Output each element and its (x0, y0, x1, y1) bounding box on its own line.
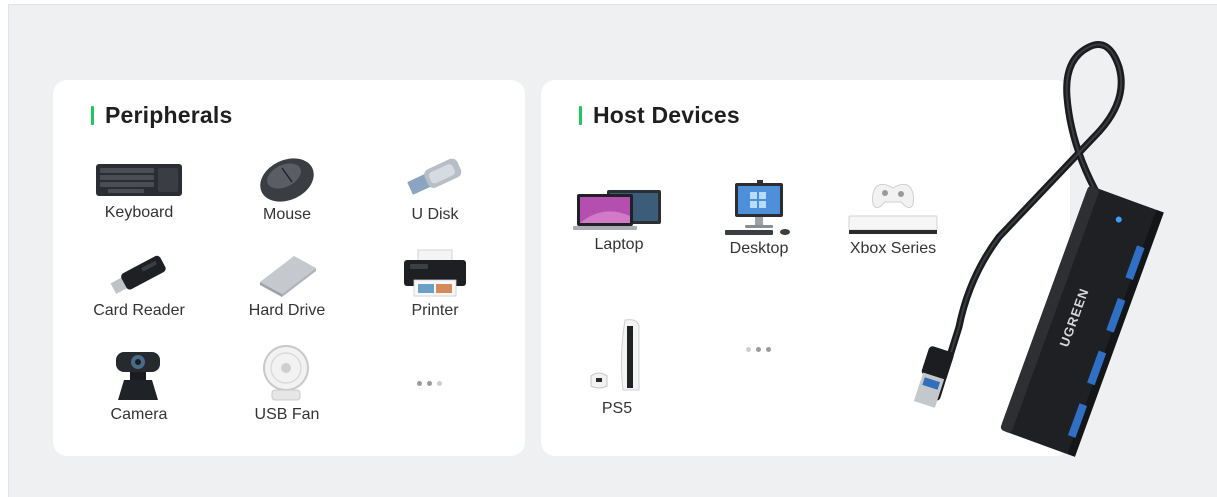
usb-hub-image: UGREEN (913, 41, 1164, 457)
mouse-icon (260, 158, 314, 202)
ps5-console-icon (590, 319, 640, 391)
host-item-ps5: PS5 (557, 316, 677, 418)
dot (746, 347, 751, 352)
peripheral-item-camera: Camera (79, 348, 199, 424)
more-peripherals-indicator (417, 381, 442, 386)
peripheral-label: Camera (110, 406, 168, 423)
peripherals-title: Peripherals (105, 102, 233, 128)
usb-flash-drive-icon (407, 158, 462, 195)
dot (766, 347, 771, 352)
peripheral-label: Hard Drive (248, 302, 326, 319)
printer-icon (404, 249, 466, 297)
host-label: Desktop (729, 240, 789, 257)
dot (437, 381, 442, 386)
host-label: Laptop (594, 236, 644, 253)
hard-drive-icon (260, 256, 316, 297)
dot (417, 381, 422, 386)
peripheral-item-keyboard: Keyboard (79, 160, 199, 222)
dot (427, 381, 432, 386)
card-reader-icon (110, 255, 166, 294)
peripheral-label: Mouse (262, 206, 312, 223)
usb-fan-icon (263, 345, 309, 401)
host-devices-heading: Host Devices (579, 102, 740, 129)
desktop-icon (725, 180, 790, 235)
accent-bar (579, 106, 582, 125)
peripheral-item-mouse: Mouse (227, 154, 347, 224)
peripheral-label: U Disk (411, 206, 459, 223)
peripheral-item-u-disk: U Disk (375, 154, 495, 224)
peripheral-label: Keyboard (104, 204, 174, 221)
peripheral-label: Printer (411, 302, 459, 319)
dot (756, 347, 761, 352)
host-label: PS5 (601, 400, 633, 417)
accent-bar (91, 106, 94, 125)
host-devices-title: Host Devices (593, 102, 740, 128)
peripheral-item-card-reader: Card Reader (79, 252, 199, 320)
laptop-icon (573, 190, 661, 230)
product-banner: Peripherals Keyboard Mouse U Disk Card R… (8, 4, 1217, 497)
host-item-laptop: Laptop (559, 186, 679, 254)
more-host-devices-indicator (746, 347, 771, 352)
peripheral-item-usb-fan: USB Fan (227, 344, 347, 424)
keyboard-icon (96, 164, 182, 196)
peripheral-item-hard-drive: Hard Drive (227, 250, 347, 320)
peripherals-card: Peripherals Keyboard Mouse U Disk Card R… (53, 80, 525, 456)
host-item-desktop: Desktop (699, 180, 819, 258)
peripheral-item-printer: Printer (375, 248, 495, 320)
peripheral-label: Card Reader (93, 302, 185, 319)
peripherals-heading: Peripherals (91, 102, 233, 129)
peripheral-label: USB Fan (254, 406, 320, 423)
webcam-icon (116, 352, 160, 400)
